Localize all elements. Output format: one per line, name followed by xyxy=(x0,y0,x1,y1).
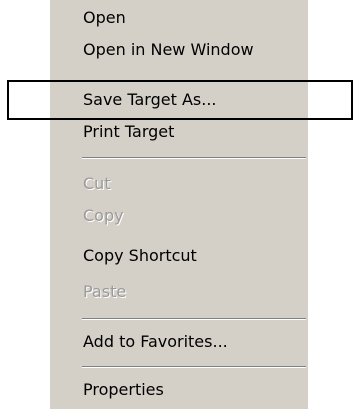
menu-item-add-to-favorites[interactable]: Add to Favorites... xyxy=(50,326,308,358)
menu-item-print-target[interactable]: Print Target xyxy=(50,116,308,148)
context-menu: Open Open in New Window Save Target As..… xyxy=(50,0,308,409)
menu-separator xyxy=(82,318,306,320)
menu-item-open[interactable]: Open xyxy=(50,2,308,34)
menu-item-paste: Paste xyxy=(83,282,127,301)
menu-item-open-in-new-window[interactable]: Open in New Window xyxy=(50,34,308,66)
menu-item-properties[interactable]: Properties xyxy=(50,374,308,406)
menu-item-cut: Cut xyxy=(83,174,111,193)
menu-item-save-target-as[interactable]: Save Target As... xyxy=(50,84,308,116)
menu-item-copy: Copy xyxy=(83,206,124,225)
menu-separator xyxy=(82,366,306,368)
menu-separator xyxy=(82,157,306,159)
menu-item-copy-shortcut[interactable]: Copy Shortcut xyxy=(50,240,308,272)
